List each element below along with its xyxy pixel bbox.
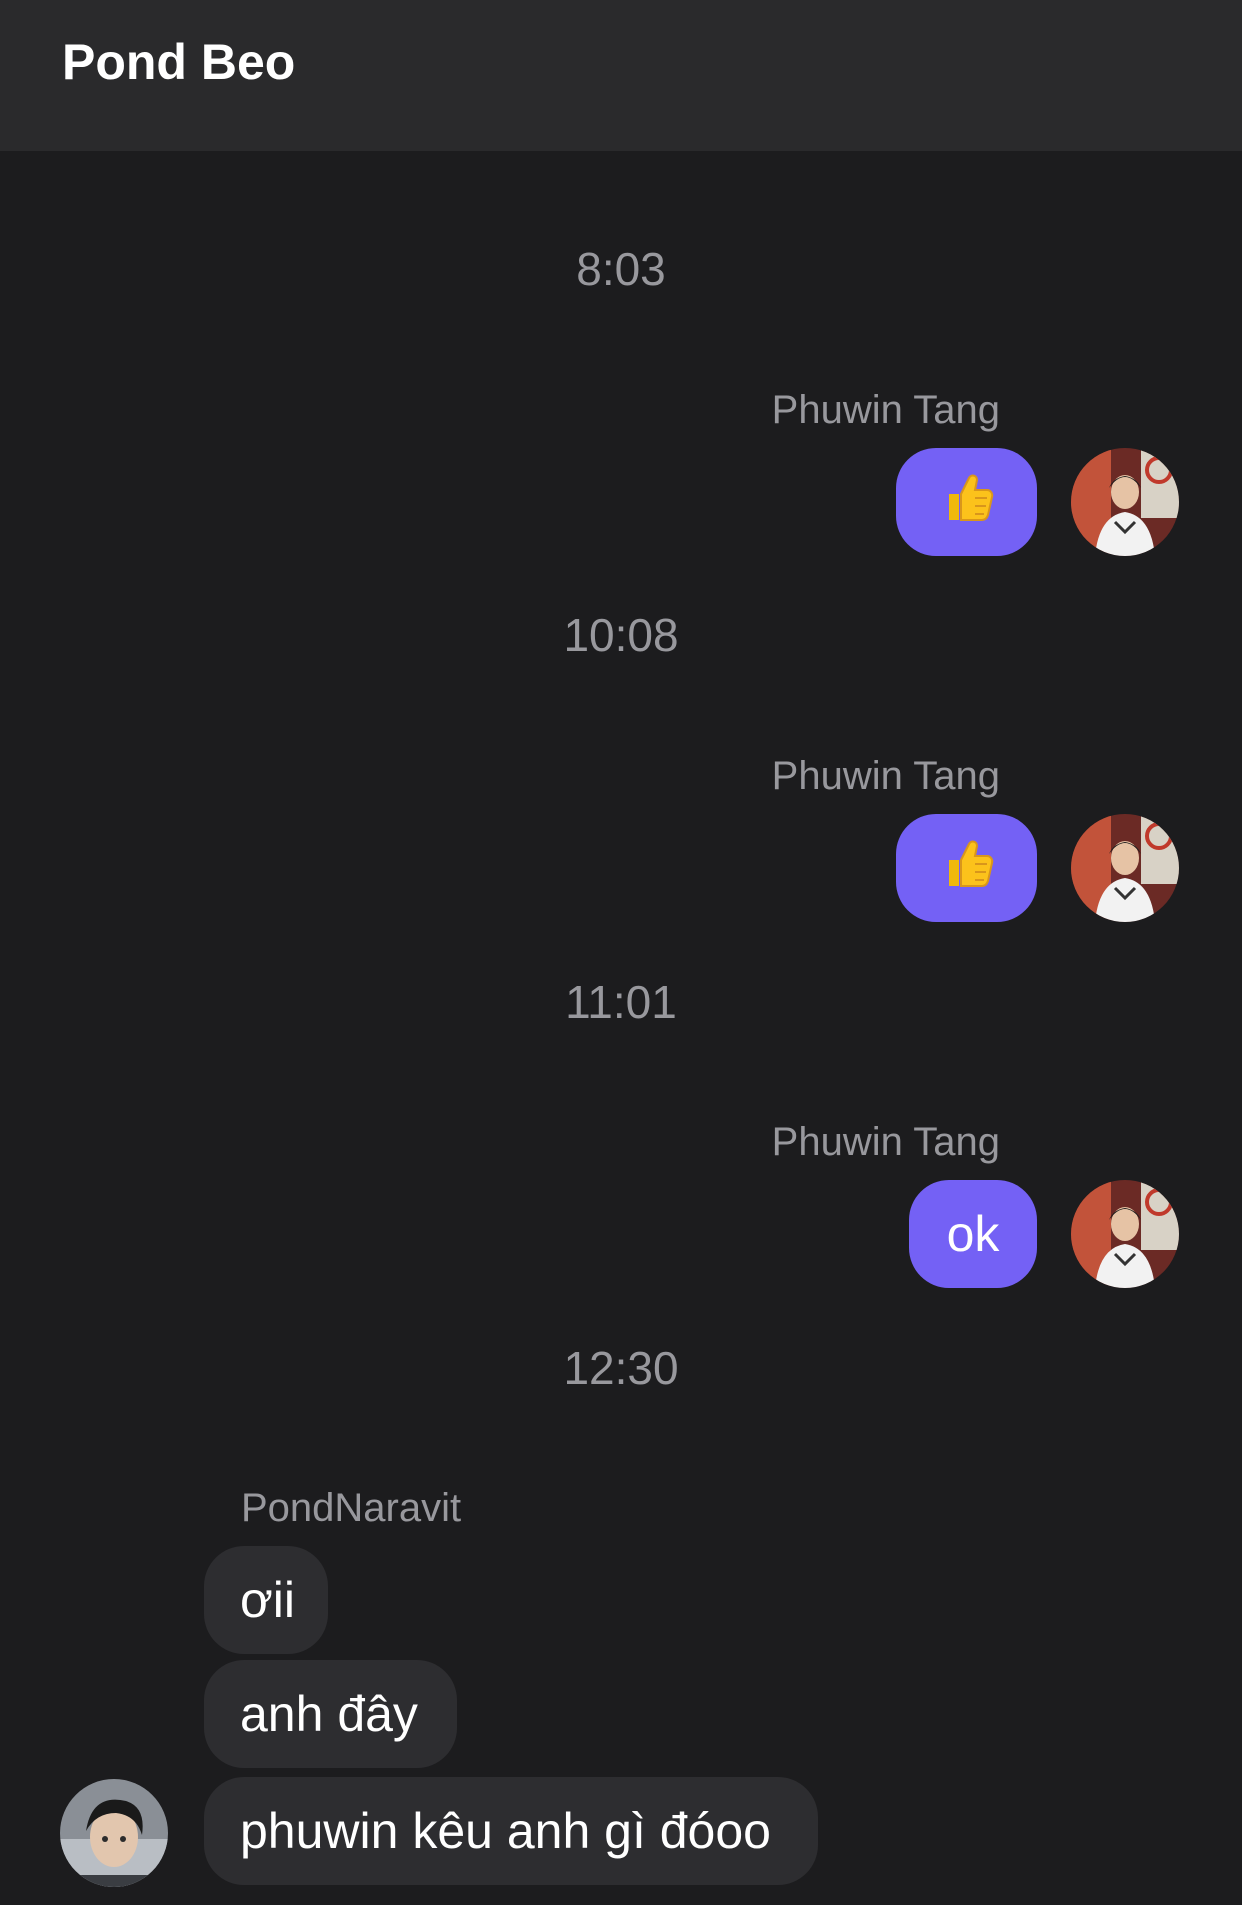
chat-title[interactable]: Pond Beo <box>62 30 295 94</box>
sender-name: Phuwin Tang <box>771 1120 1000 1164</box>
avatar-phuwin[interactable] <box>1071 1180 1179 1288</box>
timestamp: 8:03 <box>576 243 666 295</box>
thumbs-up-icon <box>935 464 999 540</box>
message-bubble-thumbs-up[interactable] <box>896 448 1037 556</box>
thumbs-up-icon <box>935 830 999 906</box>
message-bubble-text[interactable]: anh đây <box>204 1660 457 1768</box>
sender-name: Phuwin Tang <box>771 388 1000 432</box>
message-bubble-thumbs-up[interactable] <box>896 814 1037 922</box>
avatar-pondnaravit[interactable] <box>60 1779 168 1887</box>
avatar-phuwin[interactable] <box>1071 814 1179 922</box>
chat-header: Pond Beo <box>0 0 1242 151</box>
timestamp: 12:30 <box>563 1342 679 1394</box>
avatar-phuwin[interactable] <box>1071 448 1179 556</box>
message-bubble-text[interactable]: phuwin kêu anh gì đóoo <box>204 1777 818 1885</box>
message-bubble-text[interactable]: ok <box>909 1180 1037 1288</box>
timestamp: 10:08 <box>563 609 679 661</box>
sender-name: PondNaravit <box>241 1486 462 1530</box>
sender-name: Phuwin Tang <box>771 754 1000 798</box>
message-bubble-text[interactable]: ơii <box>204 1546 328 1654</box>
timestamp: 11:01 <box>565 976 677 1028</box>
